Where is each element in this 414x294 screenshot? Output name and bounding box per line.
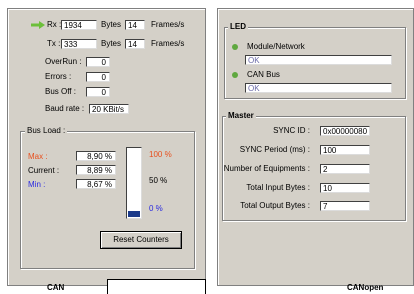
can-panel: Rx : 1934 Bytes 14 Frames/s Tx : 333 Byt… bbox=[7, 8, 206, 286]
overrun-label: OverRun : bbox=[45, 57, 82, 66]
overrun-field: 0 bbox=[86, 57, 110, 67]
num-equipments-label: Number of Equipments : bbox=[223, 164, 310, 173]
total-output-field: 7 bbox=[320, 201, 370, 211]
max-field: 8,90 % bbox=[76, 151, 116, 161]
reset-counters-button[interactable]: Reset Counters bbox=[100, 231, 182, 249]
rx-bytes-field: 14 bbox=[125, 20, 145, 30]
led-title: LED bbox=[228, 22, 248, 32]
canbus-led-icon bbox=[232, 72, 238, 78]
master-title: Master bbox=[226, 111, 256, 121]
module-status-field: OK bbox=[245, 55, 392, 65]
total-output-label: Total Output Bytes : bbox=[240, 201, 310, 210]
tx-bytes-field: 14 bbox=[125, 39, 145, 49]
arrow-right-icon bbox=[31, 21, 45, 29]
current-label: Current : bbox=[28, 166, 60, 175]
canbus-status-field: OK bbox=[245, 83, 392, 93]
tx-bytes-label: Bytes bbox=[101, 39, 122, 48]
rx-bytes-label: Bytes bbox=[101, 20, 122, 29]
tx-label: Tx : bbox=[47, 39, 61, 48]
sync-period-field: 100 bbox=[320, 145, 370, 155]
current-field: 8,89 % bbox=[76, 165, 116, 175]
busoff-label: Bus Off : bbox=[45, 87, 76, 96]
canbus-label: CAN Bus bbox=[247, 70, 280, 79]
num-equipments-field: 2 bbox=[320, 164, 370, 174]
total-input-field: 10 bbox=[320, 183, 370, 193]
errors-field: 0 bbox=[86, 72, 110, 82]
busoff-field: 0 bbox=[86, 87, 110, 97]
total-input-label: Total Input Bytes : bbox=[246, 183, 310, 192]
rx-label: Rx : bbox=[47, 20, 62, 29]
module-label: Module/Network bbox=[247, 42, 305, 51]
baud-field: 20 KBit/s bbox=[89, 104, 129, 114]
scale-mid-label: 50 % bbox=[149, 176, 168, 185]
busload-gauge-fill bbox=[128, 211, 140, 217]
tab-can[interactable]: CAN bbox=[47, 283, 64, 292]
min-label: Min : bbox=[28, 180, 46, 189]
tab-canopen[interactable]: CANopen bbox=[347, 283, 383, 292]
tx-frames-label: Frames/s bbox=[151, 39, 185, 48]
busload-gauge bbox=[126, 147, 142, 219]
sync-id-label: SYNC ID : bbox=[273, 126, 310, 135]
canopen-panel: LED Module/Network OK CAN Bus OK Master … bbox=[217, 8, 414, 286]
errors-label: Errors : bbox=[45, 72, 72, 81]
scale-bottom-label: 0 % bbox=[149, 204, 163, 213]
scale-top-label: 100 % bbox=[149, 150, 172, 159]
rx-frames-label: Frames/s bbox=[151, 20, 185, 29]
tx-field: 333 bbox=[61, 39, 97, 49]
can-tab-content bbox=[107, 279, 206, 294]
min-field: 8,67 % bbox=[76, 179, 116, 189]
max-label: Max : bbox=[28, 152, 48, 161]
sync-id-field: 0x00000080 bbox=[320, 126, 370, 136]
busload-title: Bus Load : bbox=[25, 126, 68, 136]
module-led-icon bbox=[232, 44, 238, 50]
sync-period-label: SYNC Period (ms) : bbox=[239, 145, 310, 154]
rx-field: 1934 bbox=[61, 20, 97, 30]
baud-label: Baud rate : bbox=[45, 104, 85, 113]
